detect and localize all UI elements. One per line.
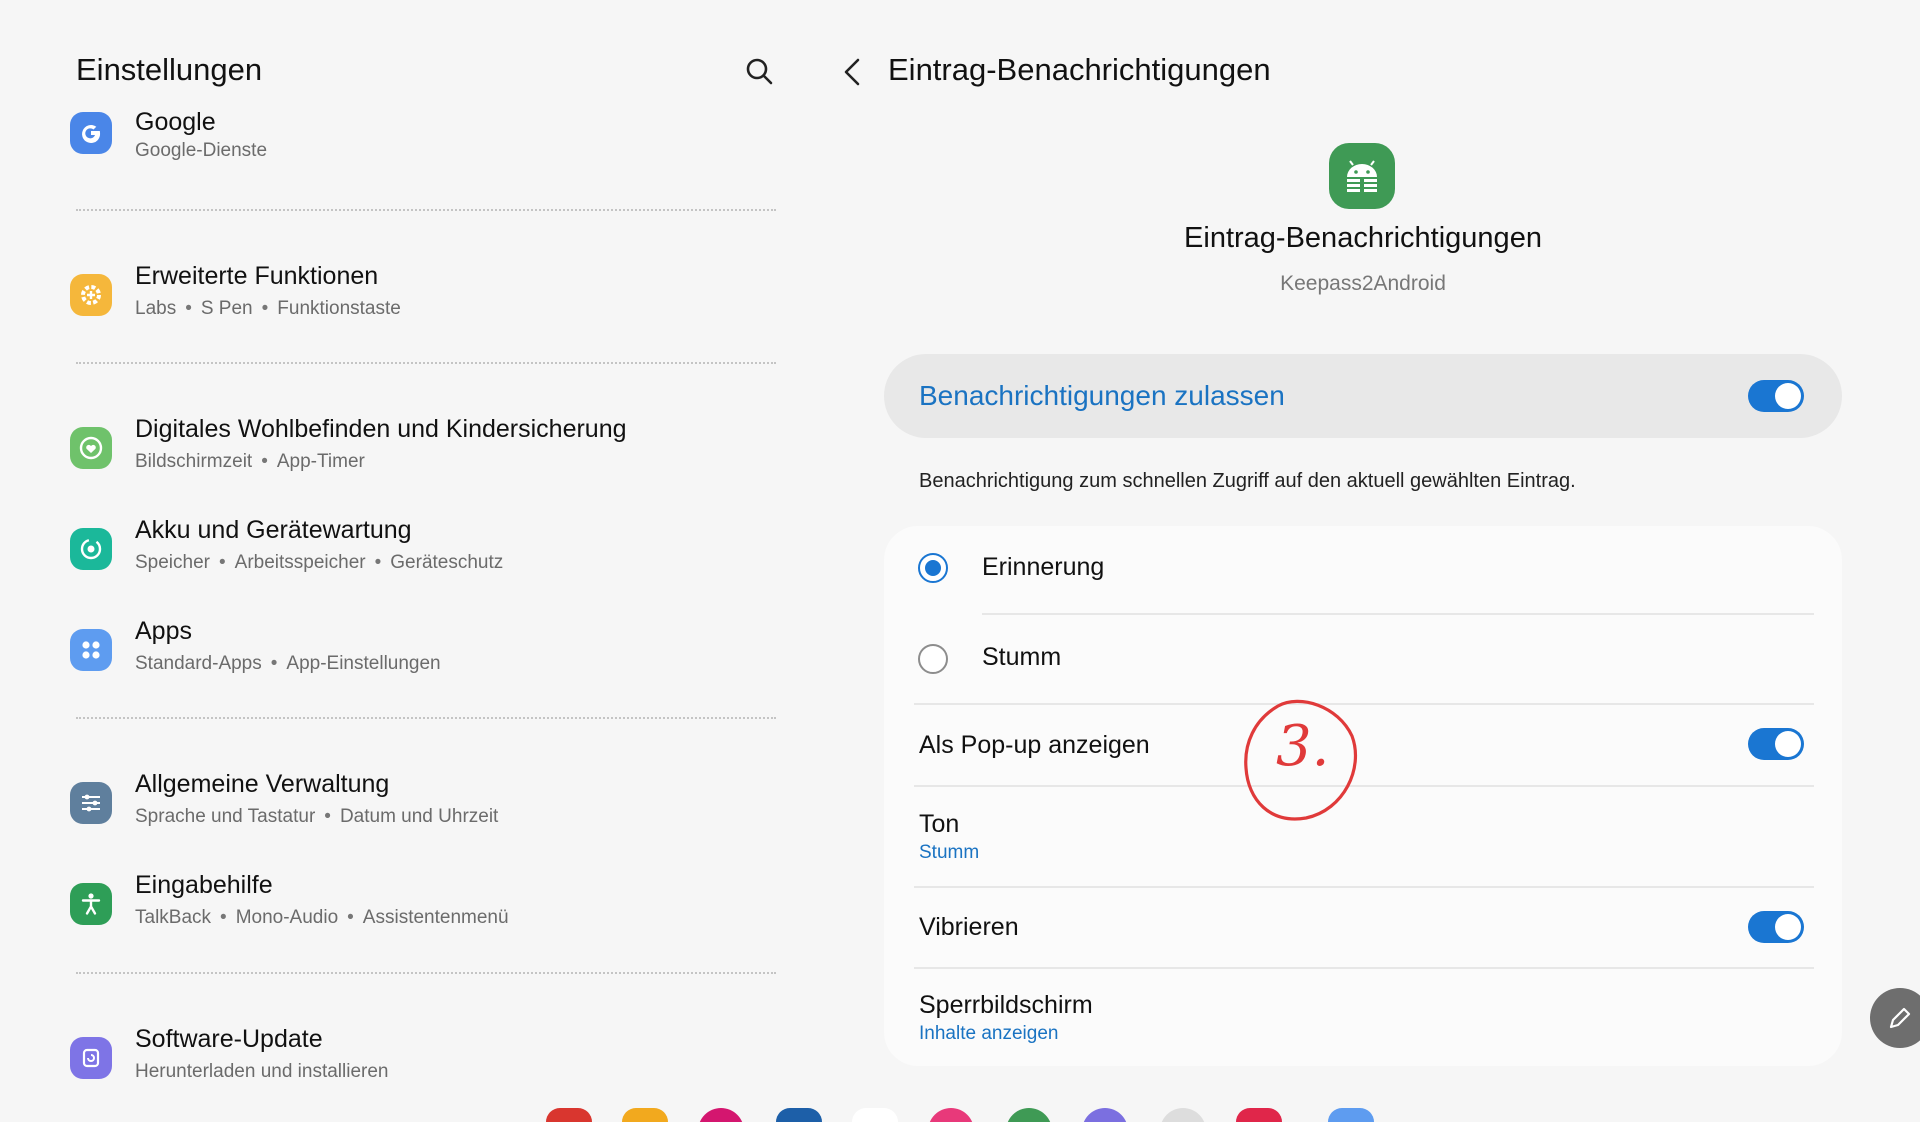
back-icon[interactable] <box>836 52 872 92</box>
settings-item-title: Software-Update <box>135 1025 323 1053</box>
device-care-icon <box>70 528 112 570</box>
allow-notifications-row[interactable]: Benachrichtigungen zulassen <box>884 354 1842 438</box>
dock-app-icon[interactable] <box>1082 1108 1128 1122</box>
dock-app-icon[interactable] <box>546 1108 592 1122</box>
divider <box>76 362 776 364</box>
toggle-knob <box>1775 383 1801 409</box>
edit-pencil-icon[interactable] <box>1870 988 1920 1048</box>
notification-options-card: Erinnerung Stumm Als Pop-up anzeigen Ton… <box>884 526 1842 1066</box>
settings-item-title: Google <box>135 108 216 136</box>
wellbeing-icon <box>70 427 112 469</box>
settings-item-subtitle: Bildschirmzeit • App-Timer <box>135 451 365 472</box>
dock-app-icon[interactable] <box>1328 1108 1374 1122</box>
app-name: Eintrag-Benachrichtigungen <box>1184 222 1542 254</box>
toggle-knob <box>1775 914 1801 940</box>
divider <box>914 785 1814 787</box>
lockscreen-label[interactable]: Sperrbildschirm <box>919 991 1093 1020</box>
settings-title: Einstellungen <box>76 52 263 87</box>
sound-value: Stumm <box>919 842 980 863</box>
settings-item-title: Allgemeine Verwaltung <box>135 770 390 798</box>
settings-item-subtitle: Labs • S Pen • Funktionstaste <box>135 298 401 319</box>
settings-item-title: Erweiterte Funktionen <box>135 262 379 290</box>
settings-item-subtitle: Standard-Apps • App-Einstellungen <box>135 653 441 674</box>
dock-app-icon[interactable] <box>1160 1108 1206 1122</box>
sliders-icon <box>70 782 112 824</box>
settings-item-software-update[interactable]: Software-Update Herunterladen und instal… <box>68 1025 788 1105</box>
dock-app-icon[interactable] <box>622 1108 668 1122</box>
settings-item-subtitle: Speicher • Arbeitsspeicher • Geräteschutz <box>135 552 504 573</box>
settings-item-subtitle: TalkBack • Mono-Audio • Assistentenmenü <box>135 907 509 928</box>
search-icon[interactable] <box>740 52 780 92</box>
settings-item-title: Digitales Wohlbefinden und Kindersicheru… <box>135 415 627 443</box>
dock-app-icon[interactable] <box>1006 1108 1052 1122</box>
keepass-app-icon <box>1329 143 1395 209</box>
lockscreen-value: Inhalte anzeigen <box>919 1023 1059 1044</box>
allow-notifications-toggle[interactable] <box>1748 380 1804 412</box>
settings-item-device-care[interactable]: Akku und Gerätewartung Speicher • Arbeitss… <box>68 516 788 596</box>
google-icon <box>70 112 112 154</box>
vibrate-toggle[interactable] <box>1748 911 1804 943</box>
silent-radio[interactable] <box>918 644 948 674</box>
apps-icon <box>70 629 112 671</box>
update-icon <box>70 1037 112 1079</box>
allow-notifications-label: Benachrichtigungen zulassen <box>919 380 1285 411</box>
settings-item-title: Apps <box>135 617 192 645</box>
settings-screen: Einstellungen Google Google-Dienste Erwe… <box>0 0 1920 1122</box>
settings-item-accessibility[interactable]: Eingabehilfe TalkBack • Mono-Audio • Assiste… <box>68 871 788 951</box>
divider <box>914 703 1814 705</box>
divider <box>914 886 1814 888</box>
dock-app-icon[interactable] <box>776 1108 822 1122</box>
popup-label[interactable]: Als Pop-up anzeigen <box>919 731 1150 760</box>
dock-app-icon[interactable] <box>928 1108 974 1122</box>
toggle-knob <box>1775 731 1801 757</box>
handwritten-annotation: 3. <box>1240 692 1360 824</box>
alert-label[interactable]: Erinnerung <box>982 553 1104 582</box>
divider <box>76 972 776 974</box>
settings-item-title: Eingabehilfe <box>135 871 273 899</box>
settings-item-title: Akku und Gerätewartung <box>135 516 412 544</box>
silent-label[interactable]: Stumm <box>982 643 1061 672</box>
vibrate-label[interactable]: Vibrieren <box>919 913 1019 942</box>
popup-toggle[interactable] <box>1748 728 1804 760</box>
dock-app-icon[interactable] <box>852 1108 898 1122</box>
settings-item-subtitle: Google-Dienste <box>135 140 268 161</box>
divider <box>76 209 776 211</box>
alert-radio[interactable] <box>918 553 948 583</box>
divider <box>76 717 776 719</box>
settings-item-general-management[interactable]: Allgemeine Verwaltung Sprache und Tastat… <box>68 770 788 850</box>
divider <box>982 613 1814 615</box>
annotation-text: 3. <box>1276 714 1330 779</box>
divider <box>914 967 1814 969</box>
app-package-name: Keepass2Android <box>1280 272 1446 295</box>
gear-plus-icon <box>70 274 112 316</box>
settings-item-advanced-features[interactable]: Erweiterte Funktionen Labs • S Pen • Funktio… <box>68 262 788 342</box>
settings-item-google[interactable]: Google Google-Dienste <box>68 108 788 188</box>
settings-item-digital-wellbeing[interactable]: Digitales Wohlbefinden und Kindersicheru… <box>68 415 788 495</box>
settings-item-apps[interactable]: Apps Standard-Apps • App-Einstellungen <box>68 617 788 697</box>
accessibility-icon <box>70 883 112 925</box>
settings-item-subtitle: Herunterladen und installieren <box>135 1061 389 1082</box>
settings-item-subtitle: Sprache und Tastatur • Datum und Uhrzeit <box>135 806 499 827</box>
dock-app-icon[interactable] <box>1236 1108 1282 1122</box>
dock-app-icon[interactable] <box>698 1108 744 1122</box>
notification-description: Benachrichtigung zum schnellen Zugriff a… <box>919 470 1576 492</box>
page-title: Eintrag-Benachrichtigungen <box>888 52 1271 87</box>
sound-label[interactable]: Ton <box>919 810 959 839</box>
